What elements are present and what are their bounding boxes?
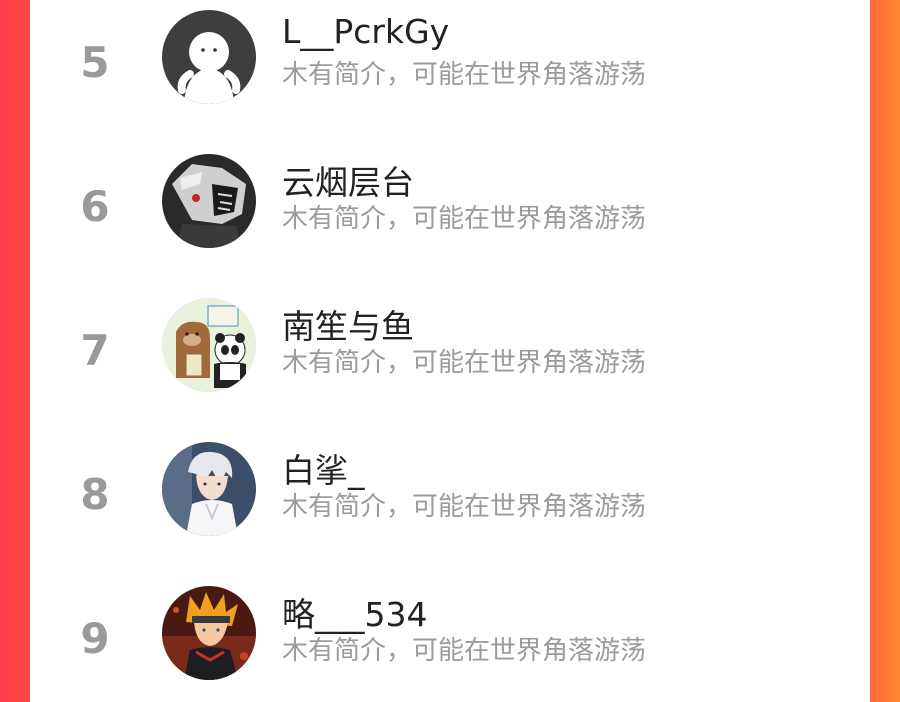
user-bio: 木有简介，可能在世界角落游荡 <box>282 636 647 666</box>
list-item[interactable]: 5 L__PcrkGy 木有简介，可能在世界角落游荡 <box>30 0 870 144</box>
anime-mask-avatar <box>162 154 256 248</box>
list-item[interactable]: 8 白挲_ 木有简介，可能在世界角落游荡 <box>30 432 870 576</box>
white-figure-avatar-icon <box>162 10 256 104</box>
user-bio: 木有简介，可能在世界角落游荡 <box>282 348 647 378</box>
rank-number: 6 <box>80 182 110 231</box>
avatar[interactable] <box>162 10 256 104</box>
anime-orange-hair-avatar <box>162 586 256 680</box>
username[interactable]: 白挲_ <box>282 444 365 492</box>
list-item[interactable]: 6 云烟层台 木有简介，可能在世界角落游荡 <box>30 144 870 288</box>
list-item[interactable]: 7 南笙与鱼 木有简介，可能在世界角落游荡 <box>30 288 870 432</box>
user-bio: 木有简介，可能在世界角落游荡 <box>282 60 647 90</box>
bears-cartoon-avatar <box>162 298 256 392</box>
avatar[interactable] <box>162 442 256 536</box>
username[interactable]: 略___534 <box>282 588 428 636</box>
rank-number: 8 <box>80 470 110 519</box>
ranking-card: 5 L__PcrkGy 木有简介，可能在世界角落游荡 6 云烟层台 木有简介，可… <box>30 0 870 702</box>
username[interactable]: 云烟层台 <box>282 156 414 204</box>
anime-white-hair-avatar <box>162 442 256 536</box>
user-bio: 木有简介，可能在世界角落游荡 <box>282 204 647 234</box>
user-bio: 木有简介，可能在世界角落游荡 <box>282 492 647 522</box>
rank-number: 5 <box>80 38 110 87</box>
avatar[interactable] <box>162 586 256 680</box>
username[interactable]: 南笙与鱼 <box>282 300 414 348</box>
username[interactable]: L__PcrkGy <box>282 12 449 51</box>
rank-number: 9 <box>80 614 110 663</box>
avatar[interactable] <box>162 154 256 248</box>
avatar[interactable] <box>162 298 256 392</box>
list-item[interactable]: 9 略___534 木有简介，可能在世界角落游荡 <box>30 576 870 702</box>
rank-number: 7 <box>80 326 110 375</box>
